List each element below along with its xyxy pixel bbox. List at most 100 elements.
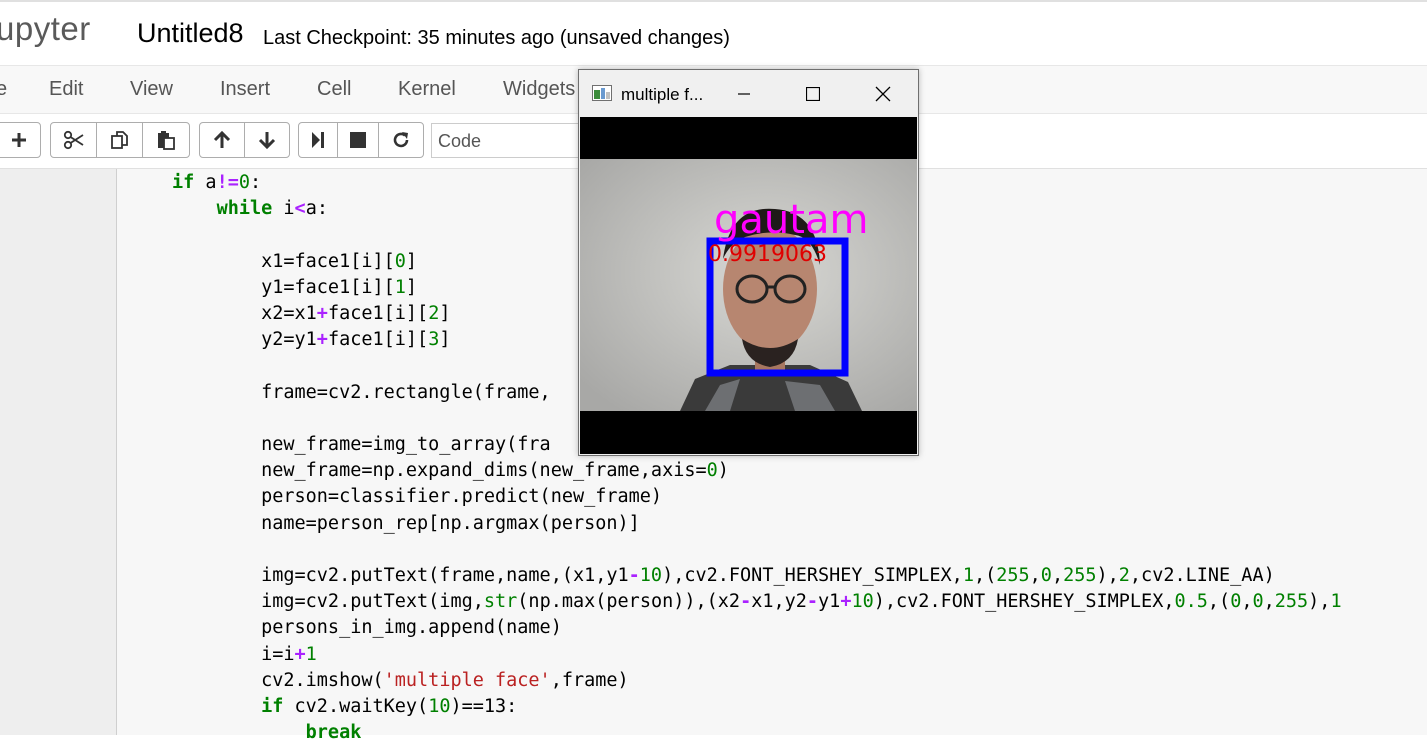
plus-icon xyxy=(12,133,26,147)
code-token: ] xyxy=(439,303,451,325)
cell-type-select[interactable]: Code xyxy=(431,123,601,158)
minimize-button[interactable] xyxy=(724,80,764,108)
code-token: y1=face1[i][ xyxy=(172,276,395,298)
code-token: 10 xyxy=(639,565,663,587)
maximize-icon xyxy=(806,87,820,101)
code-line: person=classifier.predict(new_frame) xyxy=(172,484,1342,510)
restart-button[interactable] xyxy=(378,122,424,158)
menu-file[interactable]: e xyxy=(0,78,7,101)
arrow-up-icon xyxy=(213,130,231,148)
jupyter-logo[interactable]: upyter xyxy=(0,10,91,48)
menu-view[interactable]: View xyxy=(130,78,173,101)
code-token: 255 xyxy=(1274,591,1309,613)
paste-button[interactable] xyxy=(142,122,190,158)
run-button[interactable] xyxy=(298,122,338,158)
move-down-button[interactable] xyxy=(244,122,290,158)
code-token: x1,y2 xyxy=(751,591,807,613)
code-token: face1[i][ xyxy=(327,303,429,325)
code-token: , xyxy=(1051,565,1064,587)
menu-insert[interactable]: Insert xyxy=(220,78,270,101)
copy-icon xyxy=(110,131,128,149)
code-token: 0 xyxy=(1230,591,1242,613)
checkpoint-status: Last Checkpoint: 35 minutes ago (unsaved… xyxy=(263,27,730,49)
opencv-window: multiple f... gautam 0.9919063 xyxy=(578,69,919,456)
code-token: person=classifier.predict(new_frame) xyxy=(172,486,663,508)
code-token: ),cv2.FONT_HERSHEY_SIMPLEX, xyxy=(873,591,1175,613)
window-app-icon xyxy=(592,85,612,101)
paste-icon xyxy=(158,131,175,150)
code-token: - xyxy=(628,565,640,587)
code-token: 0 xyxy=(1040,565,1052,587)
code-token: new_frame=img_to_array(fra xyxy=(172,434,551,456)
code-token: ), xyxy=(1096,565,1119,587)
close-icon xyxy=(875,86,891,102)
window-title: multiple f... xyxy=(621,85,704,104)
code-token: + xyxy=(840,591,852,613)
code-token: 255 xyxy=(996,565,1030,587)
menu-cell[interactable]: Cell xyxy=(317,78,351,101)
code-token: + xyxy=(316,329,328,351)
code-token: : xyxy=(249,172,262,193)
stop-icon xyxy=(350,132,366,148)
camera-image: gautam 0.9919063 xyxy=(580,159,917,411)
code-token: 1 xyxy=(962,565,974,587)
step-forward-icon xyxy=(312,132,324,148)
arrow-down-icon xyxy=(258,132,276,150)
code-token: ,( xyxy=(973,565,997,587)
code-token: 0.5 xyxy=(1174,591,1208,613)
code-token: i xyxy=(272,198,295,220)
code-token: if xyxy=(172,172,195,193)
code-token: 1 xyxy=(305,643,317,665)
code-token: 0 xyxy=(706,460,718,482)
face-label-score: 0.9919063 xyxy=(708,242,827,267)
code-token: x2=x1 xyxy=(172,303,317,325)
notebook-header: upyter Untitled8 Last Checkpoint: 35 min… xyxy=(0,2,1427,66)
code-token: persons_in_img.append(name) xyxy=(172,617,562,639)
code-token: + xyxy=(294,643,306,665)
code-token: if xyxy=(261,696,284,718)
copy-button[interactable] xyxy=(96,122,143,158)
code-token: (np.max(person)),(x2 xyxy=(517,591,741,613)
insert-cell-button[interactable] xyxy=(0,122,41,158)
code-token: x1=face1[i][ xyxy=(172,250,395,272)
code-token: new_frame=np.expand_dims(new_frame,axis= xyxy=(172,460,707,482)
code-token: while xyxy=(216,198,273,220)
code-token: img=cv2.putText(img, xyxy=(172,591,484,613)
code-token: 1 xyxy=(394,276,406,298)
code-token: , xyxy=(1241,591,1253,613)
code-token: ) xyxy=(717,460,729,482)
face-label-name: gautam xyxy=(714,197,868,243)
menu-widgets[interactable]: Widgets xyxy=(503,78,575,101)
interrupt-button[interactable] xyxy=(337,122,379,158)
code-token: ] xyxy=(439,329,451,351)
code-token: ),cv2.FONT_HERSHEY_SIMPLEX, xyxy=(662,565,963,587)
code-line: i=i+1 xyxy=(172,642,1342,668)
code-token: a: xyxy=(305,198,328,220)
code-token: 0 xyxy=(394,250,406,272)
code-token: + xyxy=(316,303,328,325)
code-token: i=i xyxy=(172,643,295,665)
close-button[interactable] xyxy=(863,80,903,108)
code-token: , xyxy=(1263,591,1275,613)
maximize-button[interactable] xyxy=(793,80,833,108)
code-line: if cv2.waitKey(10)==13: xyxy=(172,694,1342,720)
notebook-name[interactable]: Untitled8 xyxy=(137,18,244,49)
cut-button[interactable] xyxy=(50,122,97,158)
menu-kernel[interactable]: Kernel xyxy=(398,78,456,101)
move-up-button[interactable] xyxy=(199,122,245,158)
code-line: ​ xyxy=(172,537,1342,563)
menu-edit[interactable]: Edit xyxy=(49,78,83,101)
code-line: cv2.imshow('multiple face',frame) xyxy=(172,668,1342,694)
video-frame: gautam 0.9919063 xyxy=(580,117,917,454)
code-token: 0 xyxy=(1252,591,1264,613)
code-token: y2=y1 xyxy=(172,329,317,351)
code-token: - xyxy=(740,591,752,613)
code-token: ,( xyxy=(1207,591,1231,613)
code-token: 3 xyxy=(428,329,440,351)
code-token: 10 xyxy=(851,591,874,613)
code-token: ), xyxy=(1308,591,1331,613)
scissors-icon xyxy=(63,130,83,150)
